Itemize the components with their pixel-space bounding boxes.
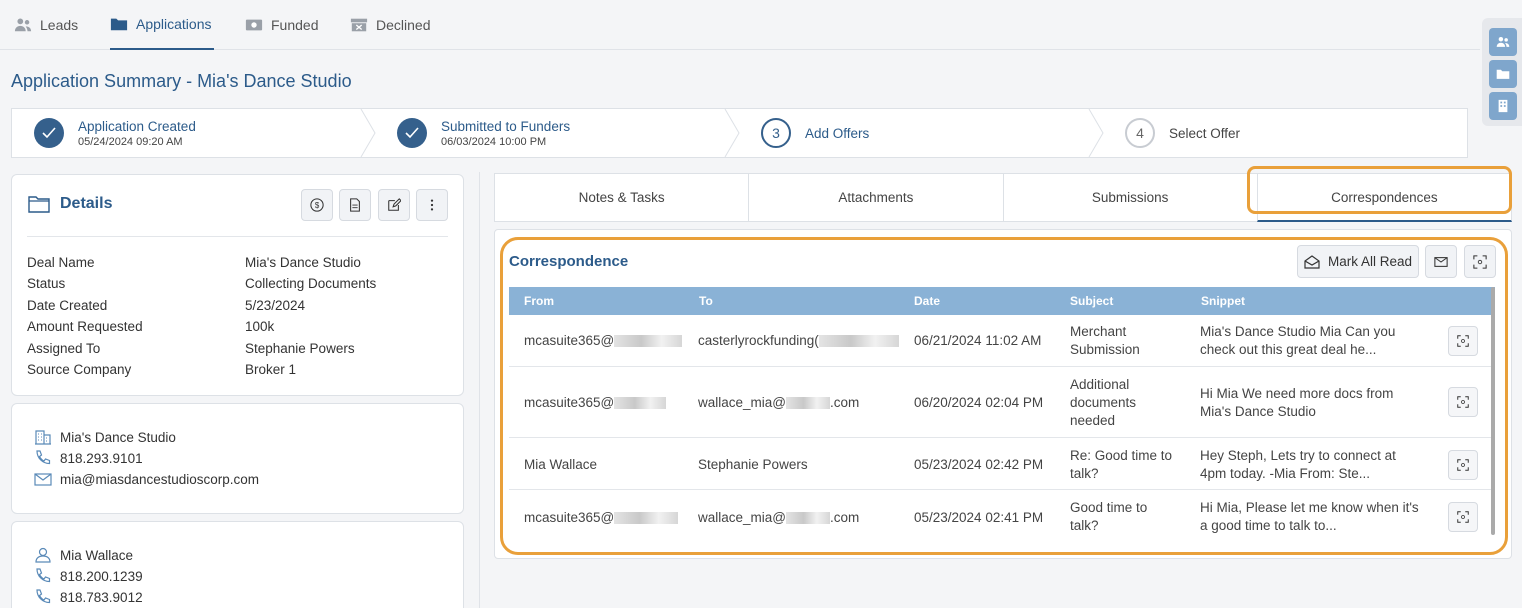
chevron-right-icon: [360, 109, 376, 157]
step-number: 4: [1125, 118, 1155, 148]
person-phone-2[interactable]: 818.783.9012: [60, 590, 143, 605]
person-name-row: Mia Wallace: [34, 547, 133, 563]
users-icon: [14, 18, 32, 32]
company-name-row: Mia's Dance Studio: [34, 429, 176, 445]
side-rail: [1482, 18, 1522, 126]
phone-icon: [36, 450, 51, 465]
divider: [479, 172, 480, 608]
step-number: 3: [761, 118, 791, 148]
step-label: Application Created: [78, 118, 196, 134]
phone-icon: [36, 589, 51, 604]
page-title: Application Summary - Mia's Dance Studio: [11, 71, 352, 91]
details-card: Details $ Deal Name Mia's Dance Studio St…: [11, 174, 464, 396]
company-phone-row: 818.293.9101: [34, 450, 143, 466]
edit-button[interactable]: [378, 189, 410, 221]
step-date: 05/24/2024 09:20 AM: [78, 135, 183, 148]
rail-contacts-button[interactable]: [1489, 28, 1517, 56]
step-submitted-to-funders: Submitted to Funders 06/03/2024 10:00 PM: [397, 109, 570, 157]
document-button[interactable]: [339, 189, 371, 221]
person-contact-card: Mia Wallace 818.200.1239 818.783.9012: [11, 521, 464, 608]
company-contact-card: Mia's Dance Studio 818.293.9101 mia@mias…: [11, 403, 464, 514]
details-title: Details: [60, 195, 113, 212]
rail-folder-button[interactable]: [1489, 60, 1517, 88]
detail-key: Status: [27, 276, 66, 291]
folder-icon: [1496, 69, 1510, 79]
more-vertical-icon: [430, 199, 434, 211]
phone-icon: [36, 568, 51, 583]
company-email-row: mia@miasdancestudioscorp.com: [34, 471, 259, 487]
dollar-icon: $: [310, 198, 324, 212]
document-icon: [350, 198, 360, 212]
correspondence-highlight: [500, 237, 1508, 555]
rail-building-button[interactable]: [1489, 92, 1517, 120]
check-icon: [397, 118, 427, 148]
person-phone-row: 818.200.1239: [34, 568, 143, 584]
nav-tab-applications[interactable]: Applications: [110, 0, 214, 50]
detail-value: 5/23/2024: [245, 298, 306, 313]
company-name: Mia's Dance Studio: [60, 429, 176, 445]
nav-tab-label: Applications: [136, 16, 212, 32]
tab-attachments[interactable]: Attachments: [748, 173, 1003, 222]
check-icon: [34, 118, 64, 148]
step-add-offers[interactable]: 3 Add Offers: [761, 109, 869, 157]
person-phone-row-2: 818.783.9012: [34, 589, 143, 605]
edit-icon: [388, 198, 401, 211]
person-phone[interactable]: 818.200.1239: [60, 569, 143, 584]
company-email[interactable]: mia@miasdancestudioscorp.com: [60, 472, 259, 487]
detail-key: Assigned To: [27, 341, 101, 356]
tab-submissions[interactable]: Submissions: [1002, 173, 1257, 222]
step-label: Submitted to Funders: [441, 118, 571, 134]
folder-icon: [110, 18, 128, 31]
email-icon: [34, 473, 52, 486]
building-icon: [35, 430, 51, 445]
chevron-right-icon: [1088, 109, 1104, 157]
tab-highlight: [1247, 166, 1512, 214]
divider: [27, 236, 448, 237]
nav-tab-label: Leads: [40, 17, 79, 33]
detail-value: Broker 1: [245, 362, 297, 377]
company-phone[interactable]: 818.293.9101: [60, 451, 143, 466]
money-icon: [245, 19, 263, 31]
archive-icon: [350, 18, 368, 32]
step-application-created: Application Created 05/24/2024 09:20 AM: [34, 109, 196, 157]
building-icon: [1498, 99, 1508, 113]
person-name: Mia Wallace: [60, 547, 134, 563]
detail-key: Amount Requested: [27, 319, 143, 334]
detail-value: 100k: [245, 319, 275, 334]
step-label: Add Offers: [805, 125, 870, 141]
progress-stepper: Application Created 05/24/2024 09:20 AM …: [11, 108, 1468, 158]
top-nav: Leads Applications Funded Declined: [0, 0, 1480, 50]
svg-text:$: $: [315, 201, 320, 210]
nav-tab-leads[interactable]: Leads: [14, 0, 78, 50]
tab-notes-tasks[interactable]: Notes & Tasks: [494, 173, 749, 222]
step-label: Select Offer: [1169, 125, 1241, 141]
step-date: 06/03/2024 10:00 PM: [441, 135, 547, 148]
detail-key: Source Company: [27, 362, 132, 377]
nav-tab-label: Funded: [271, 17, 319, 33]
more-options-button[interactable]: [416, 189, 448, 221]
funding-button[interactable]: $: [301, 189, 333, 221]
nav-tab-funded[interactable]: Funded: [245, 0, 318, 50]
detail-value: Mia's Dance Studio: [245, 255, 361, 270]
detail-key: Deal Name: [27, 255, 95, 270]
detail-value: Collecting Documents: [245, 276, 377, 291]
detail-key: Date Created: [27, 298, 108, 313]
detail-value: Stephanie Powers: [245, 341, 355, 356]
chevron-right-icon: [724, 109, 740, 157]
users-icon: [1496, 36, 1510, 47]
nav-tab-declined[interactable]: Declined: [350, 0, 430, 50]
folder-icon: [28, 196, 50, 213]
step-select-offer[interactable]: 4 Select Offer: [1125, 109, 1240, 157]
user-icon: [35, 547, 51, 563]
nav-tab-label: Declined: [376, 17, 431, 33]
